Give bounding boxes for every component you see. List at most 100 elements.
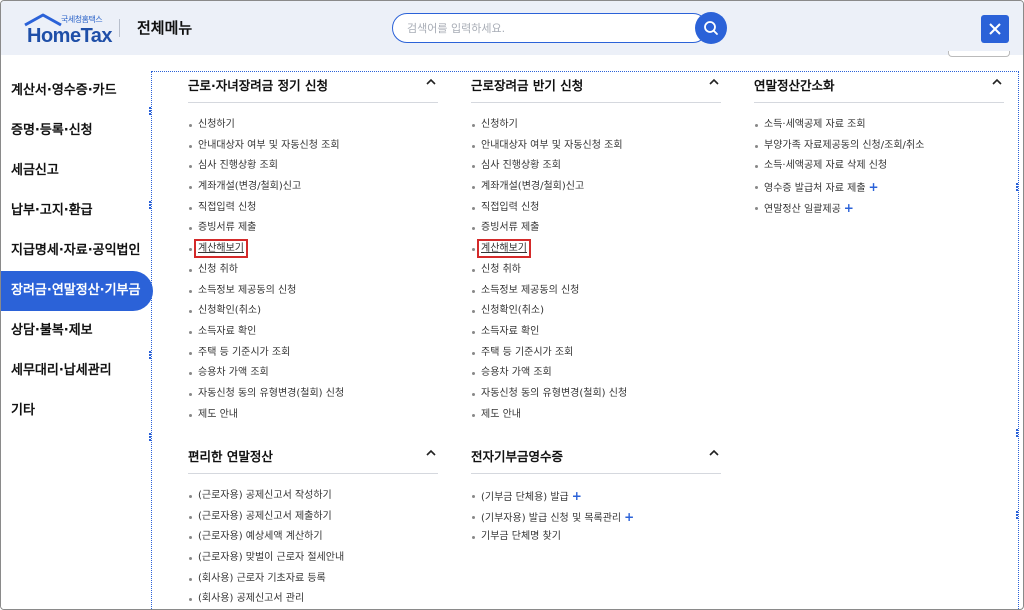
menu-item-income-data[interactable]: 소득자료 확인 bbox=[471, 322, 721, 343]
menu-item-org-issue[interactable]: (기부금 단체용) 발급 + bbox=[471, 486, 721, 507]
header: 국세청홈택스 HomeTax 전체메뉴 bbox=[1, 1, 1023, 55]
menu-item-housing-price[interactable]: 주택 등 기준시가 조회 bbox=[471, 343, 721, 364]
menu-item-bulk-provide[interactable]: 연말정산 일괄제공 + bbox=[754, 198, 1004, 219]
section-header[interactable]: 근로·자녀장려금 정기 신청 bbox=[188, 71, 438, 103]
menu-item-review-status[interactable]: 심사 진행상황 조회 bbox=[471, 156, 721, 177]
menu-item-account-report[interactable]: 계좌개설(변경/철회)신고 bbox=[471, 177, 721, 198]
menu-item-income-data[interactable]: 소득자료 확인 bbox=[188, 322, 438, 343]
menu-item-eligibility-check[interactable]: 안내대상자 여부 및 자동신청 조회 bbox=[471, 136, 721, 157]
menu-item-form-manage[interactable]: (회사용) 공제신고서 관리 bbox=[188, 589, 438, 609]
menu-item-apply[interactable]: 신청하기 bbox=[471, 115, 721, 136]
menu-item-find-org[interactable]: 기부금 단체명 찾기 bbox=[471, 527, 721, 548]
menu-item-car-value[interactable]: 승용차 가액 조회 bbox=[471, 363, 721, 384]
menu-item-label: (회사용) 공제신고서 관리 bbox=[198, 593, 305, 605]
sidebar-item-payment[interactable]: 납부·고지·환급 bbox=[1, 191, 153, 231]
menu-item-auto-consent-change[interactable]: 자동신청 동의 유형변경(철회) 신청 bbox=[188, 384, 438, 405]
section-title: 연말정산간소화 bbox=[754, 78, 835, 93]
menu-item-consent[interactable]: 소득정보 제공동의 신청 bbox=[471, 281, 721, 302]
search-box bbox=[392, 13, 708, 43]
scroll-marker bbox=[149, 351, 152, 361]
plus-icon[interactable]: + bbox=[844, 201, 854, 215]
menu-item-label: 승용차 가액 조회 bbox=[198, 367, 269, 379]
chevron-up-icon[interactable] bbox=[707, 446, 721, 460]
sidebar-item-statements[interactable]: 지급명세·자료·공익법인 bbox=[1, 231, 153, 271]
menu-item-confirm-cancel[interactable]: 신청확인(취소) bbox=[188, 301, 438, 322]
menu-item-label-highlighted: 계산해보기 bbox=[194, 239, 248, 259]
menu-item-label: 신청 취하 bbox=[198, 263, 238, 275]
sidebar-item-tax-agent[interactable]: 세무대리·납세관리 bbox=[1, 351, 153, 391]
menu-item-confirm-cancel[interactable]: 신청확인(취소) bbox=[471, 301, 721, 322]
section-title: 전자기부금영수증 bbox=[471, 449, 564, 464]
menu-item-direct-input[interactable]: 직접입력 신청 bbox=[471, 198, 721, 219]
chevron-up-icon[interactable] bbox=[424, 75, 438, 89]
collapsed-tab[interactable] bbox=[948, 51, 1010, 57]
menu-item-estimate-tax[interactable]: (근로자용) 예상세액 계산하기 bbox=[188, 527, 438, 548]
search-button[interactable] bbox=[695, 12, 727, 44]
menu-item-apply[interactable]: 신청하기 bbox=[188, 115, 438, 136]
scroll-marker bbox=[149, 433, 152, 443]
menu-item-write-form[interactable]: (근로자용) 공제신고서 작성하기 bbox=[188, 486, 438, 507]
plus-icon[interactable]: + bbox=[572, 489, 582, 503]
menu-item-label: (근로자용) 맞벌이 근로자 절세안내 bbox=[198, 552, 345, 564]
menu-item-dependent-consent[interactable]: 부양가족 자료제공동의 신청/조회/취소 bbox=[754, 136, 1004, 157]
menu-item-label: 계좌개설(변경/철회)신고 bbox=[198, 181, 302, 193]
menu-item-employee-register[interactable]: (회사용) 근로자 기초자료 등록 bbox=[188, 569, 438, 590]
sidebar-item-certificate[interactable]: 증명·등록·신청 bbox=[1, 111, 153, 151]
menu-item-review-status[interactable]: 심사 진행상황 조회 bbox=[188, 156, 438, 177]
logo-wordmark: HomeTax bbox=[27, 25, 113, 47]
menu-item-deduction-data[interactable]: 소득·세액공제 자료 조회 bbox=[754, 115, 1004, 136]
menu-item-donor-request[interactable]: (기부자용) 발급 신청 및 목록관리 + bbox=[471, 507, 721, 528]
menu-item-auto-consent-change[interactable]: 자동신청 동의 유형변경(철회) 신청 bbox=[471, 384, 721, 405]
section-header[interactable]: 편리한 연말정산 bbox=[188, 442, 438, 474]
sidebar-item-invoice[interactable]: 계산서·영수증·카드 bbox=[1, 71, 153, 111]
menu-item-submit-documents[interactable]: 증빙서류 제출 bbox=[188, 218, 438, 239]
sidebar-item-etc[interactable]: 기타 bbox=[1, 391, 153, 431]
menu-item-delete-request[interactable]: 소득·세액공제 자료 삭제 신청 bbox=[754, 156, 1004, 177]
sidebar-item-incentives[interactable]: 장려금·연말정산·기부금 bbox=[1, 271, 153, 311]
menu-item-account-report[interactable]: 계좌개설(변경/철회)신고 bbox=[188, 177, 438, 198]
menu-item-calculate[interactable]: 계산해보기 bbox=[471, 239, 721, 260]
full-menu-window: 국세청홈택스 HomeTax 전체메뉴 계산서·영수증·카드 증명·등록·신청 … bbox=[0, 0, 1024, 610]
chevron-up-icon[interactable] bbox=[424, 446, 438, 460]
menu-item-label: 소득정보 제공동의 신청 bbox=[481, 284, 580, 296]
menu-item-label: 신청확인(취소) bbox=[481, 305, 545, 317]
menu-item-withdraw[interactable]: 신청 취하 bbox=[471, 260, 721, 281]
section-header[interactable]: 연말정산간소화 bbox=[754, 71, 1004, 103]
menu-item-eligibility-check[interactable]: 안내대상자 여부 및 자동신청 조회 bbox=[188, 136, 438, 157]
section-header[interactable]: 근로장려금 반기 신청 bbox=[471, 71, 721, 103]
sidebar-item-consultation[interactable]: 상담·불복·제보 bbox=[1, 311, 153, 351]
close-button[interactable] bbox=[981, 15, 1009, 43]
menu-item-label: 신청하기 bbox=[481, 119, 518, 130]
section-menu-list: 소득·세액공제 자료 조회 부양가족 자료제공동의 신청/조회/취소 소득·세액… bbox=[754, 115, 1004, 218]
menu-item-label: 소득·세액공제 자료 조회 bbox=[764, 119, 866, 130]
menu-item-direct-input[interactable]: 직접입력 신청 bbox=[188, 198, 438, 219]
menu-item-label: 증빙서류 제출 bbox=[481, 222, 540, 234]
menu-item-receipt-submit[interactable]: 영수증 발급처 자료 제출 + bbox=[754, 177, 1004, 198]
section-menu-list: 신청하기 안내대상자 여부 및 자동신청 조회 심사 진행상황 조회 계좌개설(… bbox=[471, 115, 721, 425]
chevron-up-icon[interactable] bbox=[707, 75, 721, 89]
menu-item-label: 제도 안내 bbox=[481, 408, 521, 420]
menu-item-submit-form[interactable]: (근로자용) 공제신고서 제출하기 bbox=[188, 507, 438, 528]
menu-item-submit-documents[interactable]: 증빙서류 제출 bbox=[471, 218, 721, 239]
menu-item-withdraw[interactable]: 신청 취하 bbox=[188, 260, 438, 281]
menu-item-label: 제도 안내 bbox=[198, 408, 238, 420]
menu-item-guide[interactable]: 제도 안내 bbox=[188, 405, 438, 426]
menu-item-consent[interactable]: 소득정보 제공동의 신청 bbox=[188, 281, 438, 302]
menu-item-calculate[interactable]: 계산해보기 bbox=[188, 239, 438, 260]
menu-item-guide[interactable]: 제도 안내 bbox=[471, 405, 721, 426]
hometax-logo[interactable]: 국세청홈택스 HomeTax bbox=[21, 11, 113, 47]
menu-item-car-value[interactable]: 승용차 가액 조회 bbox=[188, 363, 438, 384]
menu-item-dual-income[interactable]: (근로자용) 맞벌이 근로자 절세안내 bbox=[188, 548, 438, 569]
sidebar-item-tax-return[interactable]: 세금신고 bbox=[1, 151, 153, 191]
chevron-up-icon[interactable] bbox=[990, 75, 1004, 89]
menu-item-label: 자동신청 동의 유형변경(철회) 신청 bbox=[198, 387, 345, 399]
menu-item-label: 신청확인(취소) bbox=[198, 305, 262, 317]
menu-item-label: 주택 등 기준시가 조회 bbox=[481, 346, 574, 358]
page-title: 전체메뉴 bbox=[137, 19, 193, 37]
menu-item-housing-price[interactable]: 주택 등 기준시가 조회 bbox=[188, 343, 438, 364]
menu-item-label: 신청하기 bbox=[198, 119, 235, 130]
section-header[interactable]: 전자기부금영수증 bbox=[471, 442, 721, 474]
plus-icon[interactable]: + bbox=[624, 510, 634, 524]
search-input[interactable] bbox=[407, 20, 677, 36]
plus-icon[interactable]: + bbox=[869, 180, 879, 194]
